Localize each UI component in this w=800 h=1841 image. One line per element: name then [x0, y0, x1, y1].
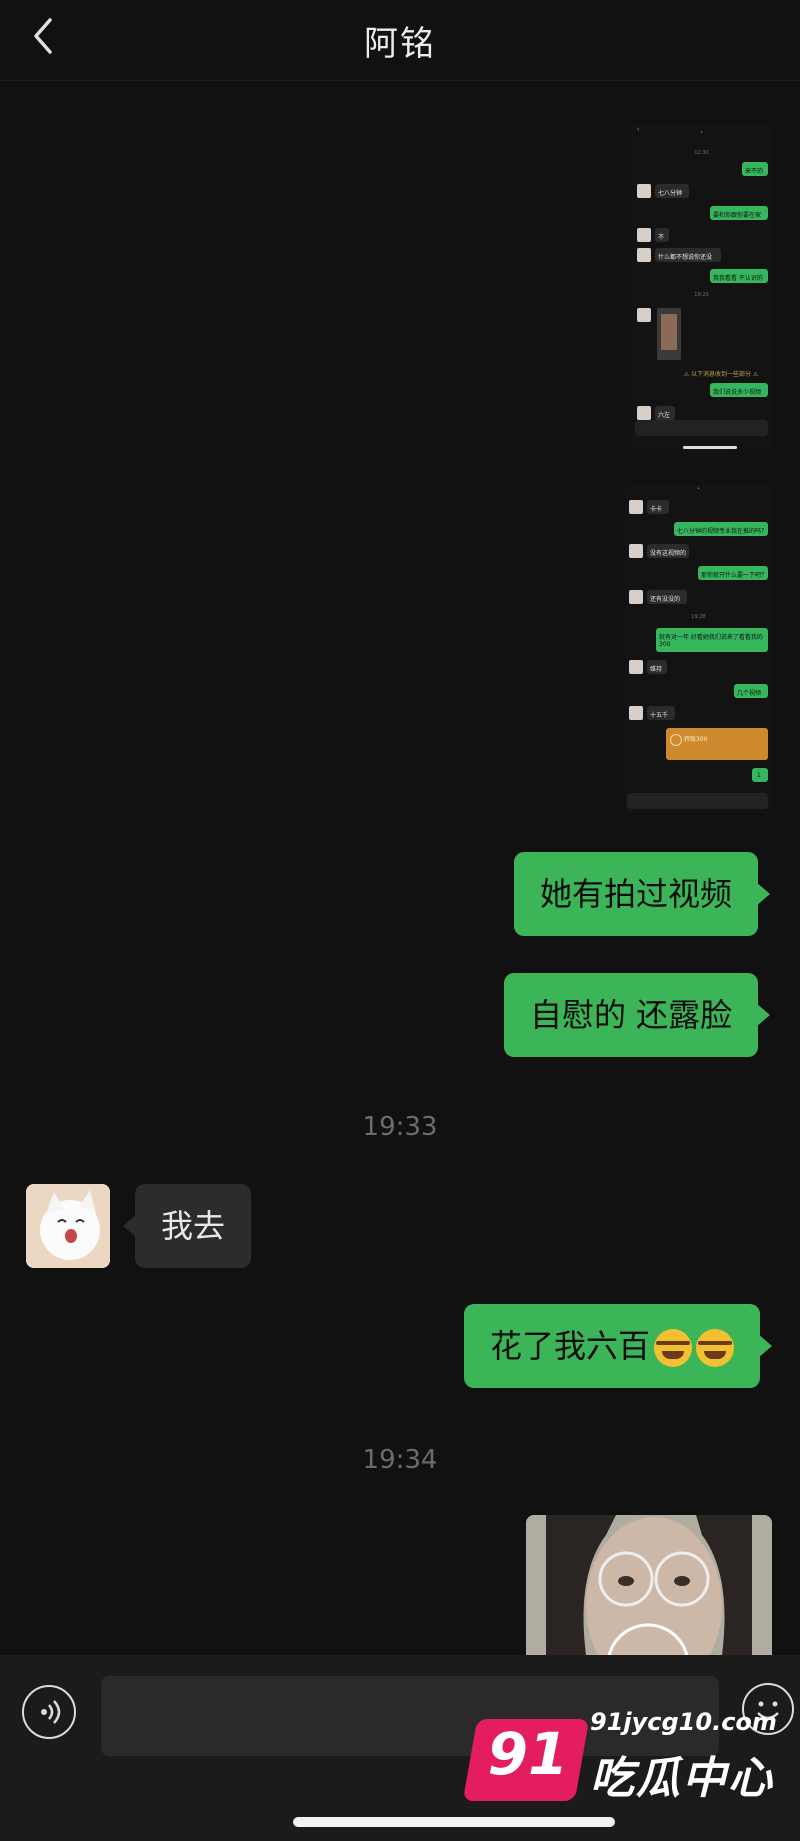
avatar[interactable] — [26, 1184, 110, 1268]
shot2-msg: 那你就开什么要一下吧？ — [701, 572, 768, 579]
shot1-timestamp: 12:30 — [694, 150, 709, 156]
shot1-timestamp: 19:20 — [694, 292, 709, 298]
shot2-timestamp: • — [697, 486, 700, 492]
shot1-msg: 七八分钟 — [658, 190, 683, 197]
shot2-msg: 维持 — [650, 666, 663, 673]
shot1-msg: 我我看看 不认识的 — [713, 275, 763, 282]
shot1-msg: 来不的 — [745, 168, 764, 175]
shot2-msg: 十五千 — [650, 712, 669, 719]
laughing-crying-emoji-icon — [696, 1329, 735, 1367]
shot2-msg: 七八分钟的视频专业我在推的吗？ — [677, 528, 768, 535]
home-indicator[interactable] — [293, 1817, 615, 1827]
photo-message[interactable] — [526, 1515, 772, 1655]
shot2-msg: 卡卡 — [650, 506, 663, 513]
shot2-msg: 1 — [757, 772, 761, 779]
shot1-msg: 不 — [658, 234, 665, 241]
shot2-transfer: 转账300 — [684, 736, 708, 743]
shot2-msg: 就有对一年 好看她我们说来了看看我的 300 — [659, 634, 763, 648]
shot2-msg: 还有没没的 — [650, 596, 681, 603]
message-bubble-me[interactable]: 她有拍过视频 — [514, 852, 771, 936]
message-bubble-other[interactable]: 我去 — [122, 1184, 252, 1268]
chat-title: 阿铭 — [364, 24, 436, 64]
timestamp: 19:33 — [362, 1112, 438, 1142]
shot1-msg: 我们说说多少视频 — [713, 389, 762, 396]
message-bubble-me[interactable]: 花了我六百 — [464, 1304, 773, 1388]
message-text: 她有拍过视频 — [540, 875, 733, 913]
watermark-number: 91 — [487, 1720, 569, 1788]
voice-button[interactable] — [22, 1685, 76, 1739]
shot1-warning: ⚠ 以下消息收到一些部分 ⚠ — [683, 371, 759, 378]
watermark-url: 91jycg10.com — [590, 1708, 777, 1736]
shot1-msg: 什么都不想说你还没 — [658, 254, 713, 261]
voice-icon — [41, 1700, 61, 1724]
watermark-brand: 吃瓜中心 — [590, 1753, 774, 1804]
shot2-timestamp: 19:28 — [691, 614, 706, 620]
message-text: 花了我六百 — [490, 1327, 651, 1365]
laughing-crying-emoji-icon — [654, 1329, 693, 1367]
shot1-msg: 六左 — [658, 412, 671, 419]
message-text: 我去 — [161, 1207, 226, 1245]
shot2-msg: 没有这视频的 — [650, 550, 687, 557]
shot1-msg: 要和你跟你要在家 — [713, 212, 762, 219]
screenshot-image-2[interactable]: • 卡卡 七八分钟的视频专业我在推的吗？ 没有这视频的 那你就开什么要一下吧？ … — [625, 484, 772, 814]
shot2-msg: 几个视频 — [737, 690, 762, 697]
screenshot-image-1[interactable]: • ‹ 12:30 来不的 七八分钟 要和你跟你要在家 不 什么都不想说你还没 … — [631, 124, 772, 454]
message-text: 自慰的 还露脸 — [530, 996, 733, 1034]
timestamp: 19:34 — [362, 1445, 438, 1475]
top-bar: 阿铭 — [0, 0, 800, 81]
message-bubble-me[interactable]: 自慰的 还露脸 — [504, 973, 771, 1057]
